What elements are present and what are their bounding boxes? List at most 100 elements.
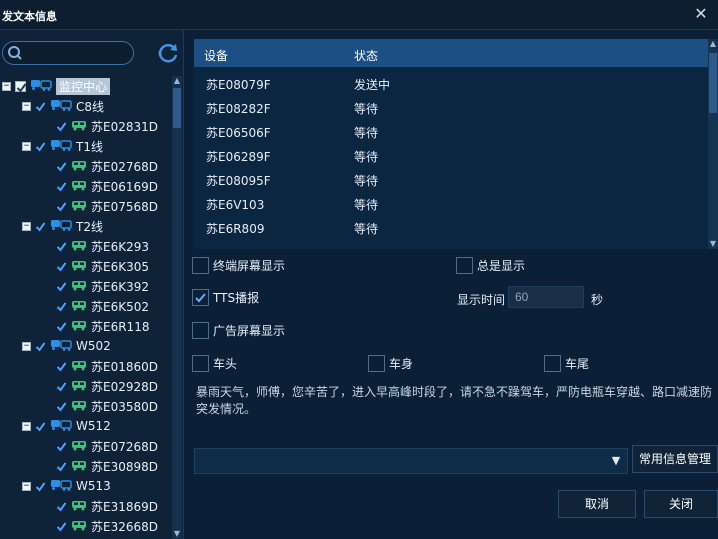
checkbox-box: [456, 257, 473, 274]
collapse-icon[interactable]: −: [2, 81, 11, 91]
tree-root-label: 监控中心: [56, 77, 111, 95]
tree-vehicle[interactable]: 苏E6K502: [56, 296, 149, 316]
bus-group-icon: [30, 79, 52, 94]
scroll-thumb[interactable]: [709, 53, 717, 113]
table-row[interactable]: 苏E06289F 等待: [194, 143, 708, 167]
tree-checkbox[interactable]: [56, 181, 67, 192]
tree-checkbox[interactable]: [56, 361, 67, 372]
tree-vehicle[interactable]: 苏E6K392: [56, 276, 149, 296]
collapse-icon[interactable]: −: [22, 341, 31, 351]
tree-group-1[interactable]: − T1线: [22, 136, 103, 156]
car-icon: [71, 319, 87, 334]
tree-checkbox[interactable]: [35, 221, 46, 232]
bus-group-icon: [50, 139, 72, 154]
tree-vehicle[interactable]: 苏E6K293: [56, 236, 149, 256]
tree-checkbox[interactable]: [56, 301, 67, 312]
table-row[interactable]: 苏E08095F 等待: [194, 167, 708, 191]
table-row[interactable]: 苏E08282F 等待: [194, 95, 708, 119]
tree-checkbox[interactable]: [56, 161, 67, 172]
tree-checkbox[interactable]: [56, 121, 67, 132]
ad-display-label: 广告屏幕显示: [213, 324, 286, 338]
table-row[interactable]: 苏E6R809 等待: [194, 215, 708, 239]
car-icon: [71, 519, 87, 534]
tree-checkbox[interactable]: [56, 521, 67, 532]
tree-checkbox[interactable]: [56, 381, 67, 392]
tree-vehicle[interactable]: 苏E01860D: [56, 356, 158, 376]
scroll-up-icon[interactable]: ▲: [709, 39, 717, 49]
tree-checkbox[interactable]: [35, 481, 46, 492]
common-message-button[interactable]: 常用信息管理: [632, 445, 718, 473]
always-display-checkbox[interactable]: 总是显示: [456, 257, 525, 274]
table-scrollbar[interactable]: ▲ ▼: [708, 39, 718, 249]
tree-checkbox[interactable]: [35, 141, 46, 152]
tree-checkbox[interactable]: [56, 461, 67, 472]
search-input[interactable]: [2, 41, 134, 65]
checkbox-box: [192, 355, 209, 372]
tree-checkbox[interactable]: [56, 241, 67, 252]
tree-checkbox[interactable]: [56, 261, 67, 272]
tree-vehicle[interactable]: 苏E02768D: [56, 156, 158, 176]
body-checkbox[interactable]: 车身: [368, 355, 413, 372]
table-row[interactable]: 苏E06506F 等待: [194, 119, 708, 143]
collapse-icon[interactable]: −: [22, 481, 31, 491]
message-combo-input[interactable]: [194, 448, 628, 474]
tree-group-5[interactable]: − W513: [22, 476, 111, 496]
tree-group-2[interactable]: − T2线: [22, 216, 103, 236]
tree-vehicle[interactable]: 苏E07568D: [56, 196, 158, 216]
body-label: 车身: [389, 357, 414, 371]
tree-vehicle[interactable]: 苏E30898D: [56, 456, 158, 476]
chevron-down-icon[interactable]: ▼: [604, 448, 628, 474]
scroll-down-icon[interactable]: ▼: [709, 239, 717, 249]
tree-vehicle[interactable]: 苏E06169D: [56, 176, 158, 196]
tree-group-label: W512: [76, 419, 111, 433]
tree-vehicle[interactable]: 苏E02928D: [56, 376, 158, 396]
car-icon: [71, 259, 87, 274]
tree-vehicle[interactable]: 苏E32668D: [56, 516, 158, 536]
tree-vehicle[interactable]: 苏E02831D: [56, 116, 158, 136]
tree-group-0[interactable]: − C8线: [22, 96, 104, 116]
status-cell: 等待: [354, 150, 379, 164]
tree-checkbox[interactable]: [35, 101, 46, 112]
table-row[interactable]: 苏E08079F 发送中: [194, 71, 708, 95]
collapse-icon[interactable]: −: [22, 221, 31, 231]
tree-checkbox[interactable]: [56, 401, 67, 412]
tree-checkbox[interactable]: [56, 281, 67, 292]
close-icon[interactable]: ✕: [692, 4, 710, 24]
table-row[interactable]: 苏E6V103 等待: [194, 191, 708, 215]
tree-checkbox[interactable]: [56, 501, 67, 512]
collapse-icon[interactable]: −: [22, 421, 31, 431]
collapse-icon[interactable]: −: [22, 101, 31, 111]
tree-checkbox[interactable]: [15, 80, 27, 93]
refresh-icon[interactable]: [156, 41, 180, 65]
cancel-button[interactable]: 取消: [558, 490, 636, 518]
scroll-thumb[interactable]: [173, 88, 181, 128]
tree-checkbox[interactable]: [35, 421, 46, 432]
tree-vehicle[interactable]: 苏E31869D: [56, 496, 158, 516]
front-checkbox[interactable]: 车头: [192, 355, 237, 372]
tree-vehicle[interactable]: 苏E07268D: [56, 436, 158, 456]
tree-vehicle-label: 苏E32668D: [91, 519, 158, 534]
terminal-display-checkbox[interactable]: 终端屏幕显示: [192, 257, 285, 274]
scroll-up-icon[interactable]: ▲: [173, 76, 181, 86]
display-time-input[interactable]: [508, 286, 584, 308]
tree-group-4[interactable]: − W512: [22, 416, 111, 436]
tree-root[interactable]: − 监控中心: [2, 76, 111, 96]
tail-checkbox[interactable]: 车尾: [544, 355, 589, 372]
scroll-down-icon[interactable]: ▼: [173, 529, 181, 539]
tree-group-label: T2线: [76, 219, 103, 234]
tree-vehicle[interactable]: 苏E03580D: [56, 396, 158, 416]
tts-checkbox[interactable]: TTS播报: [192, 289, 259, 306]
collapse-icon[interactable]: −: [22, 141, 31, 151]
close-button[interactable]: 关闭: [644, 490, 718, 518]
device-cell: 苏E06289F: [206, 150, 271, 164]
tree-vehicle[interactable]: 苏E6K305: [56, 256, 149, 276]
ad-display-checkbox[interactable]: 广告屏幕显示: [192, 322, 285, 339]
tree-checkbox[interactable]: [35, 341, 46, 352]
tree-vehicle[interactable]: 苏E6R118: [56, 316, 149, 336]
tree-scrollbar[interactable]: ▲ ▼: [172, 76, 182, 539]
status-cell: 发送中: [354, 78, 391, 92]
tree-checkbox[interactable]: [56, 321, 67, 332]
tree-checkbox[interactable]: [56, 441, 67, 452]
tree-group-3[interactable]: − W502: [22, 336, 111, 356]
tree-checkbox[interactable]: [56, 201, 67, 212]
